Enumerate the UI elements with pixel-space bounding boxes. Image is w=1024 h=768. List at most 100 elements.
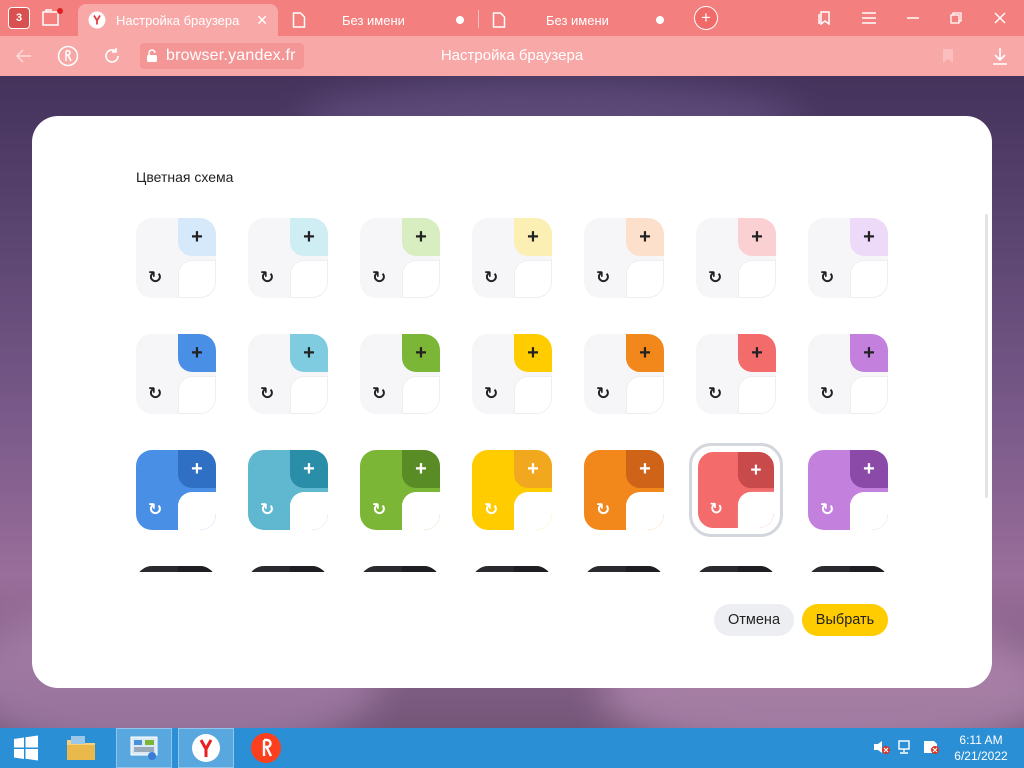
color-swatch[interactable]: +↻ [136,218,216,298]
plus-icon: + [626,334,664,372]
start-button[interactable] [0,728,52,768]
reload-icon: ↻ [820,500,835,519]
tab-preview [178,376,216,414]
yandex-icon [88,11,106,29]
tab-preview [626,492,664,530]
plus-icon: + [402,566,440,572]
document-icon [290,11,308,29]
tab-preview [626,376,664,414]
tab-preview [626,260,664,298]
dialog-scrollbar[interactable] [985,214,988,498]
plus-icon: + [514,566,552,572]
tab-divider [478,10,479,28]
color-swatch[interactable]: +↻ [360,450,440,530]
reload-icon: ↻ [484,268,499,287]
color-swatch[interactable]: +↻ [248,566,328,572]
yandex-browser-taskbar-icon[interactable] [178,728,234,768]
color-swatch[interactable]: +↻ [696,334,776,414]
tab-untitled-1[interactable]: Без имени [280,4,476,36]
color-swatch[interactable]: +↻ [472,218,552,298]
plus-icon: + [738,566,776,572]
color-swatch[interactable]: +↻ [136,334,216,414]
plus-icon: + [178,334,216,372]
menu-icon[interactable] [856,6,882,30]
plus-icon: + [402,334,440,372]
color-swatch[interactable]: +↻ [584,218,664,298]
download-icon[interactable] [988,44,1012,68]
plus-icon: + [178,566,216,572]
restore-icon[interactable] [943,6,969,30]
color-swatch[interactable]: +↻ [472,566,552,572]
tab-untitled-2[interactable]: Без имени [480,4,676,36]
select-button[interactable]: Выбрать [802,604,888,636]
reload-icon: ↻ [372,268,387,287]
plus-icon: + [626,218,664,256]
color-swatch[interactable]: +↻ [696,566,776,572]
add-tab-button[interactable]: + [694,6,718,30]
action-center-icon[interactable] [922,738,940,756]
color-swatch[interactable]: +↻ [696,218,776,298]
color-swatch[interactable]: +↻ [808,566,888,572]
tab-preview [290,260,328,298]
tab-preview [402,260,440,298]
network-icon[interactable] [897,738,915,756]
reload-icon: ↻ [708,384,723,403]
tab-strip: 3 Настройка браузера ✕ Без имени Без име… [0,0,1024,36]
unsaved-dot-icon [656,16,664,24]
color-swatch[interactable]: +↻ [360,566,440,572]
minimize-icon[interactable] [900,6,926,30]
color-swatch[interactable]: +↻ [360,334,440,414]
tab-count-button[interactable]: 3 [5,4,33,32]
tab-preview [850,260,888,298]
color-swatch[interactable]: +↻ [472,334,552,414]
color-swatch[interactable]: +↻ [248,334,328,414]
volume-muted-icon[interactable] [872,738,890,756]
color-swatch[interactable]: +↻ [808,218,888,298]
color-swatch[interactable]: +↻ [584,566,664,572]
color-swatch[interactable]: +↻ [248,218,328,298]
color-swatch[interactable]: +↻ [248,450,328,530]
tab-preview [514,260,552,298]
tab-label: Без имени [546,12,609,28]
plus-icon: + [850,450,888,488]
color-scheme-grid: + ↻ + ↻ + ↻ + ↻ + ↻ + ↻ + ↻ + ↻ + ↻ + ↻ + ↻ + ↻ + ↻ + ↻ + ↻ + ↻ + ↻ + ↻ + ↻ + ↻… [128,210,898,572]
plus-icon: + [402,450,440,488]
plus-icon: + [402,218,440,256]
file-explorer-icon[interactable] [58,728,104,768]
plus-icon: + [850,566,888,572]
tab-preview [290,492,328,530]
color-swatch[interactable]: +↻ [136,566,216,572]
reload-icon: ↻ [148,384,163,403]
color-swatch[interactable]: +↻ [808,334,888,414]
plus-icon: + [738,218,776,256]
plus-icon: + [514,450,552,488]
close-tab-icon[interactable]: ✕ [256,12,268,29]
color-swatch[interactable]: +↻ [472,450,552,530]
tab-preview [514,376,552,414]
collections-icon[interactable] [812,6,838,30]
color-swatch[interactable]: +↻ [584,450,664,530]
color-swatch[interactable]: +↻ [584,334,664,414]
cancel-button[interactable]: Отмена [714,604,794,636]
windows-logo-icon [14,735,38,761]
yandex-app-icon[interactable] [240,728,292,768]
close-icon[interactable] [987,6,1013,30]
bookmark-icon[interactable] [936,44,960,68]
page-title: Настройка браузера [440,47,584,64]
tab-settings[interactable]: Настройка браузера ✕ [78,4,278,36]
reload-icon: ↻ [596,384,611,403]
plus-icon: + [626,450,664,488]
plus-icon: + [290,450,328,488]
plus-icon: + [850,218,888,256]
tab-preview [402,492,440,530]
color-swatch[interactable]: +↻ [136,450,216,530]
color-swatch[interactable]: +↻ [808,450,888,530]
system-clock[interactable]: 6:11 AM 6/21/2022 [946,732,1016,764]
color-swatch[interactable]: +↻ [360,218,440,298]
reload-icon: ↻ [372,500,387,519]
reload-icon: ↻ [260,268,275,287]
reload-icon: ↻ [148,268,163,287]
document-icon [490,11,508,29]
new-tab-group-button[interactable] [38,4,66,32]
control-panel-icon[interactable] [116,728,172,768]
